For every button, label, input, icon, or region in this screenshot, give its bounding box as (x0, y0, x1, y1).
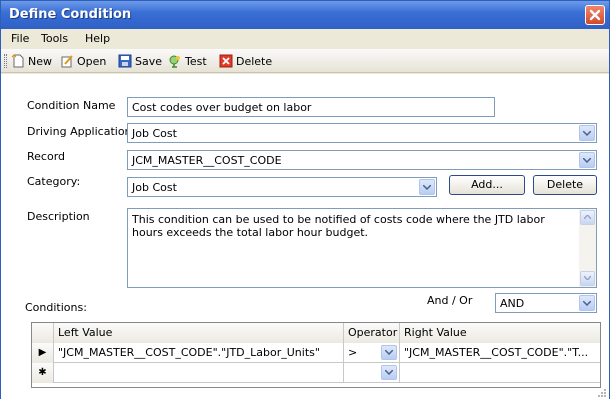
column-header-right-value[interactable]: Right Value (400, 323, 600, 343)
toolbar: New Open Save Test Delete (1, 49, 609, 73)
grid-corner (32, 323, 54, 343)
new-button[interactable]: New (11, 53, 52, 69)
save-button-label: Save (135, 54, 163, 68)
close-button[interactable] (585, 5, 605, 25)
right-value-cell[interactable] (400, 363, 600, 383)
test-button[interactable]: Test (168, 53, 207, 69)
description-scrollbar[interactable] (579, 209, 596, 287)
description-textarea[interactable]: This condition can be used to be notifie… (127, 208, 597, 288)
and-or-select[interactable]: AND (495, 293, 597, 313)
menu-bar: File Tools Help (1, 29, 609, 49)
chevron-down-icon[interactable] (579, 152, 595, 168)
condition-form: Condition Name Cost codes over budget on… (1, 74, 609, 400)
test-button-label: Test (185, 54, 207, 68)
close-icon (589, 9, 601, 21)
row-selector-current[interactable]: ▶ (32, 343, 54, 363)
scroll-down-icon[interactable] (580, 271, 595, 286)
window-title: Define Condition (9, 7, 132, 22)
category-value: Job Cost (132, 181, 177, 194)
resize-grip-icon[interactable] (597, 388, 607, 398)
define-condition-window: Define Condition File Tools Help New Ope… (0, 0, 610, 400)
new-document-icon (11, 54, 24, 68)
menu-file[interactable]: File (11, 32, 29, 45)
grid-header-row: Left Value Operator Right Value (32, 323, 600, 343)
description-label: Description (27, 210, 90, 223)
toolbar-grip[interactable] (4, 54, 7, 68)
delete-category-button[interactable]: Delete (533, 175, 597, 195)
row-selector-new[interactable]: ✱ (32, 363, 54, 383)
save-button[interactable]: Save (118, 53, 162, 69)
condition-name-label: Condition Name (27, 99, 116, 112)
delete-button-label: Delete (236, 54, 273, 68)
conditions-grid: Left Value Operator Right Value ▶ "JCM_M… (31, 322, 601, 388)
test-icon (169, 55, 180, 68)
save-icon (118, 54, 132, 68)
and-or-label: And / Or (427, 294, 473, 307)
chevron-down-icon[interactable] (579, 125, 595, 141)
menu-tools[interactable]: Tools (41, 32, 68, 45)
chevron-down-icon[interactable] (419, 179, 435, 195)
column-header-operator[interactable]: Operator (344, 323, 400, 343)
operator-cell[interactable]: > (344, 343, 400, 363)
open-icon (61, 55, 73, 68)
record-select[interactable]: JCM_MASTER__COST_CODE (127, 150, 597, 170)
new-button-label: New (28, 54, 52, 68)
left-value-cell[interactable] (54, 363, 344, 383)
column-header-left-value[interactable]: Left Value (54, 323, 344, 343)
menu-help[interactable]: Help (85, 32, 110, 45)
table-row[interactable]: ▶ "JCM_MASTER__COST_CODE"."JTD_Labor_Uni… (32, 343, 600, 363)
category-label: Category: (27, 175, 81, 188)
delete-button[interactable]: Delete (219, 53, 272, 69)
driving-application-label: Driving Application (27, 125, 132, 138)
driving-application-select[interactable]: Job Cost (127, 123, 597, 143)
chevron-down-icon[interactable] (381, 345, 397, 360)
description-value: This condition can be used to be notifie… (132, 213, 545, 239)
condition-name-input[interactable]: Cost codes over budget on labor (127, 97, 495, 117)
delete-icon (219, 54, 233, 68)
category-select[interactable]: Job Cost (127, 177, 437, 197)
right-value-cell[interactable]: "JCM_MASTER__COST_CODE"."T... (400, 343, 600, 363)
table-row[interactable]: ✱ (32, 363, 600, 383)
scroll-up-icon[interactable] (580, 210, 595, 225)
title-bar[interactable]: Define Condition (1, 1, 609, 29)
conditions-label: Conditions: (25, 301, 87, 314)
condition-name-value: Cost codes over budget on labor (132, 101, 312, 114)
operator-cell[interactable] (344, 363, 400, 383)
operator-value: > (348, 346, 358, 359)
record-value: JCM_MASTER__COST_CODE (132, 154, 282, 167)
and-or-value: AND (500, 297, 525, 310)
add-category-button[interactable]: Add... (449, 175, 525, 195)
chevron-down-icon[interactable] (579, 295, 595, 311)
open-button[interactable]: Open (60, 53, 106, 69)
driving-application-value: Job Cost (132, 127, 177, 140)
open-button-label: Open (77, 54, 107, 68)
record-label: Record (27, 150, 66, 163)
left-value-cell[interactable]: "JCM_MASTER__COST_CODE"."JTD_Labor_Units… (54, 343, 344, 363)
chevron-down-icon[interactable] (381, 365, 397, 380)
